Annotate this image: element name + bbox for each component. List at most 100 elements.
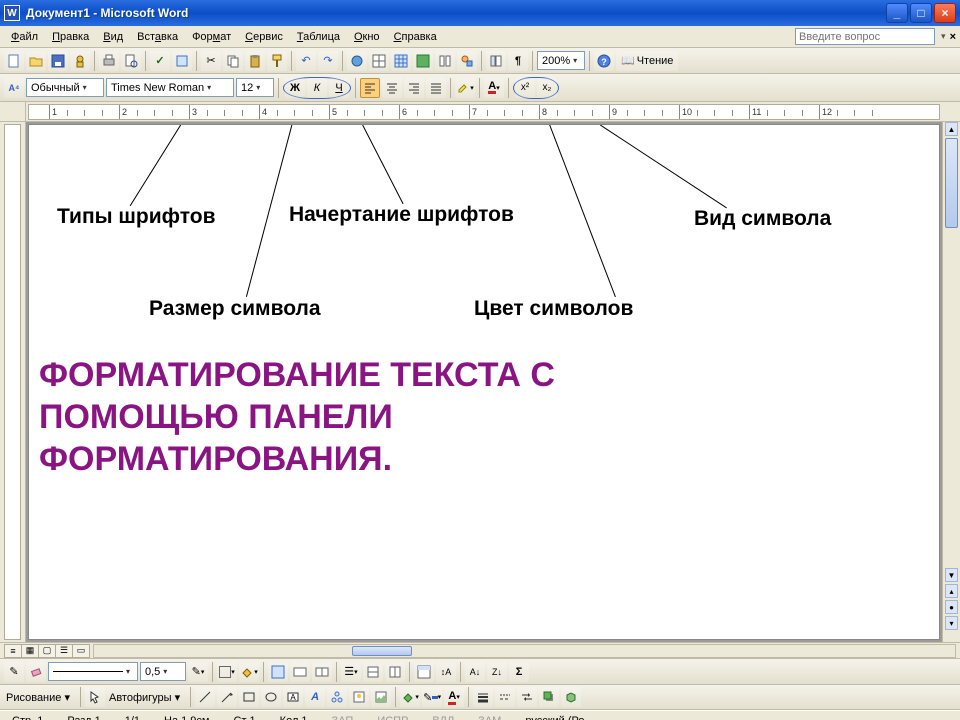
text-direction-button[interactable]: ↕A bbox=[436, 662, 456, 682]
print-preview-button[interactable] bbox=[121, 51, 141, 71]
shading-color-button[interactable]: ▾ bbox=[239, 662, 259, 682]
browse-next-button[interactable]: ▾ bbox=[945, 616, 958, 630]
autosum-button[interactable]: Σ bbox=[509, 662, 529, 682]
line-weight-combo[interactable]: 0,5▾ bbox=[140, 662, 186, 681]
3d-button[interactable] bbox=[561, 687, 581, 707]
scroll-down-button[interactable]: ▼ bbox=[945, 568, 958, 582]
sort-desc-button[interactable]: Z↓ bbox=[487, 662, 507, 682]
align-left-button[interactable] bbox=[360, 78, 380, 98]
reading-view-button[interactable]: ▭ bbox=[72, 644, 90, 658]
close-button[interactable]: × bbox=[934, 3, 956, 23]
scroll-thumb[interactable] bbox=[945, 138, 958, 228]
copy-button[interactable] bbox=[223, 51, 243, 71]
diagram-button[interactable] bbox=[327, 687, 347, 707]
cut-button[interactable]: ✂ bbox=[201, 51, 221, 71]
scroll-up-button[interactable]: ▲ bbox=[945, 122, 958, 136]
distribute-cols-button[interactable] bbox=[385, 662, 405, 682]
rectangle-button[interactable] bbox=[239, 687, 259, 707]
italic-button[interactable]: К bbox=[307, 78, 327, 98]
browse-prev-button[interactable]: ▴ bbox=[945, 584, 958, 598]
doc-map-button[interactable] bbox=[486, 51, 506, 71]
menu-edit[interactable]: Правка bbox=[45, 29, 96, 45]
align-justify-button[interactable] bbox=[426, 78, 446, 98]
split-cells-button[interactable] bbox=[312, 662, 332, 682]
show-para-button[interactable]: ¶ bbox=[508, 51, 528, 71]
reading-mode-button[interactable]: 📖 Чтение bbox=[616, 51, 678, 71]
textbox-button[interactable]: A bbox=[283, 687, 303, 707]
sort-asc-button[interactable]: A↓ bbox=[465, 662, 485, 682]
open-button[interactable] bbox=[26, 51, 46, 71]
styles-pane-button[interactable]: A⁴ bbox=[4, 78, 24, 98]
menu-tools[interactable]: Сервис bbox=[238, 29, 290, 45]
excel-button[interactable] bbox=[413, 51, 433, 71]
picture-button[interactable] bbox=[371, 687, 391, 707]
draw-table-button[interactable]: ✎ bbox=[4, 662, 24, 682]
subscript-button[interactable]: x₂ bbox=[537, 78, 557, 98]
superscript-button[interactable]: x² bbox=[515, 78, 535, 98]
research-button[interactable] bbox=[172, 51, 192, 71]
print-view-button[interactable]: ▢ bbox=[38, 644, 56, 658]
minimize-button[interactable]: _ bbox=[886, 3, 908, 23]
horizontal-ruler[interactable]: 123456789101112 bbox=[28, 104, 940, 120]
menu-file[interactable]: Файл bbox=[4, 29, 45, 45]
font-color-button[interactable]: A▾ bbox=[484, 78, 504, 98]
highlight-button[interactable]: ▾ bbox=[455, 78, 475, 98]
new-doc-button[interactable] bbox=[4, 51, 24, 71]
vertical-ruler[interactable] bbox=[0, 122, 26, 642]
help-dropdown-icon[interactable]: ▾ bbox=[941, 31, 946, 42]
autoshapes-menu[interactable]: Автофигуры ▾ bbox=[107, 691, 186, 704]
ask-question-input[interactable] bbox=[795, 28, 935, 45]
undo-button[interactable]: ↶ bbox=[296, 51, 316, 71]
dash-style-button[interactable] bbox=[495, 687, 515, 707]
line-color-button[interactable]: ✎▾ bbox=[422, 687, 442, 707]
normal-view-button[interactable]: ≡ bbox=[4, 644, 22, 658]
shadow-button[interactable] bbox=[539, 687, 559, 707]
format-painter-button[interactable] bbox=[267, 51, 287, 71]
underline-button[interactable]: Ч bbox=[329, 78, 349, 98]
insert-table-button[interactable] bbox=[391, 51, 411, 71]
spell-check-button[interactable]: ✓ bbox=[150, 51, 170, 71]
line-style-button[interactable] bbox=[473, 687, 493, 707]
zoom-combo[interactable]: 200%▾ bbox=[537, 51, 585, 70]
browse-object-button[interactable]: ● bbox=[945, 600, 958, 614]
size-combo[interactable]: 12▾ bbox=[236, 78, 274, 97]
select-objects-button[interactable] bbox=[85, 687, 105, 707]
drawing-button[interactable] bbox=[457, 51, 477, 71]
menu-format[interactable]: Формат bbox=[185, 29, 238, 45]
distribute-rows-button[interactable] bbox=[363, 662, 383, 682]
columns-button[interactable] bbox=[435, 51, 455, 71]
table-autoformat-button[interactable] bbox=[414, 662, 434, 682]
print-button[interactable] bbox=[99, 51, 119, 71]
menu-help[interactable]: Справка bbox=[387, 29, 444, 45]
doc-close-button[interactable]: × bbox=[950, 31, 956, 43]
drawing-menu[interactable]: Рисование ▾ bbox=[4, 691, 76, 704]
permission-button[interactable] bbox=[70, 51, 90, 71]
menu-view[interactable]: Вид bbox=[96, 29, 130, 45]
page[interactable]: Типы шрифтов Начертание шрифтов Вид симв… bbox=[28, 124, 940, 640]
insert-table-tb-button[interactable] bbox=[268, 662, 288, 682]
font-combo[interactable]: Times New Roman▾ bbox=[106, 78, 234, 97]
eraser-button[interactable] bbox=[26, 662, 46, 682]
fill-color-button[interactable]: ▾ bbox=[400, 687, 420, 707]
redo-button[interactable]: ↷ bbox=[318, 51, 338, 71]
line-style-combo[interactable]: ▾ bbox=[48, 662, 138, 681]
bold-button[interactable]: Ж bbox=[285, 78, 305, 98]
arrow-button[interactable] bbox=[217, 687, 237, 707]
style-combo[interactable]: Обычный▾ bbox=[26, 78, 104, 97]
menu-window[interactable]: Окно bbox=[347, 29, 387, 45]
menu-insert[interactable]: Вставка bbox=[130, 29, 185, 45]
hscroll-thumb[interactable] bbox=[352, 646, 412, 656]
paste-button[interactable] bbox=[245, 51, 265, 71]
outside-border-button[interactable]: ▾ bbox=[217, 662, 237, 682]
outline-view-button[interactable]: ☰ bbox=[55, 644, 73, 658]
align-center-button[interactable] bbox=[382, 78, 402, 98]
vertical-scrollbar[interactable]: ▲ ▼ ▴ ● ▾ bbox=[942, 122, 960, 642]
save-button[interactable] bbox=[48, 51, 68, 71]
font-color-draw-button[interactable]: A▾ bbox=[444, 687, 464, 707]
line-button[interactable] bbox=[195, 687, 215, 707]
arrow-style-button[interactable] bbox=[517, 687, 537, 707]
align-tb-button[interactable]: ☰▾ bbox=[341, 662, 361, 682]
menu-table[interactable]: Таблица bbox=[290, 29, 347, 45]
border-color-button[interactable]: ✎▾ bbox=[188, 662, 208, 682]
help-icon-button[interactable]: ? bbox=[594, 51, 614, 71]
